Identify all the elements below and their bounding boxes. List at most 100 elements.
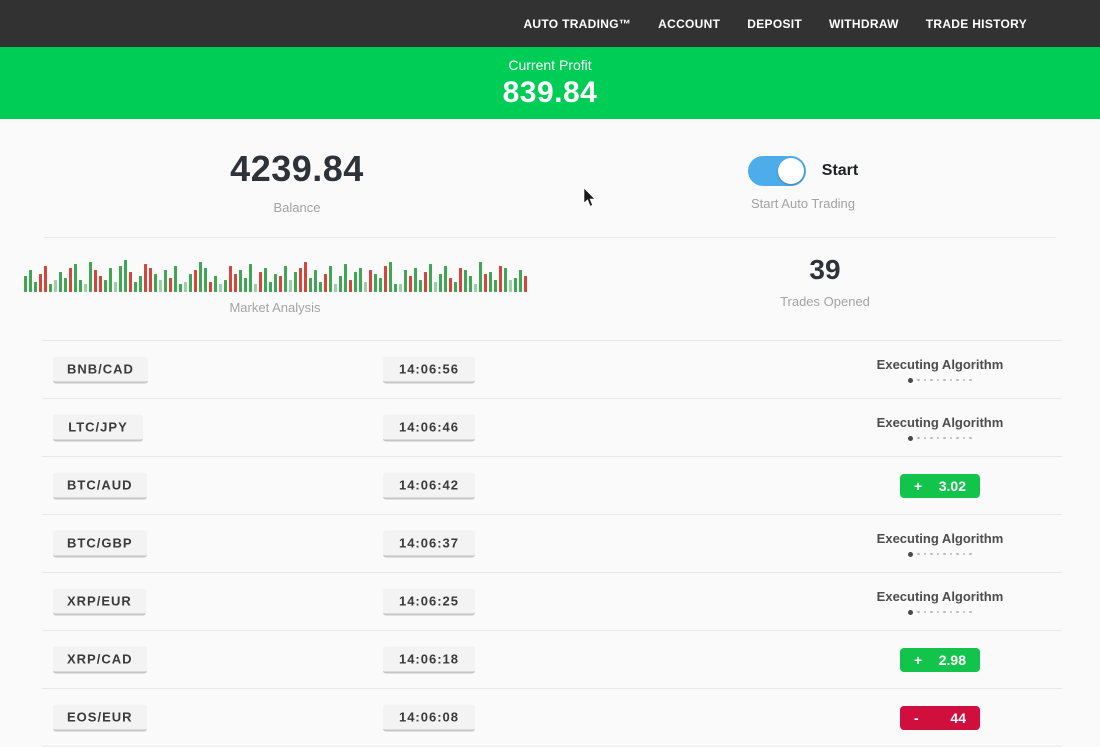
progress-dot [963,553,966,556]
progress-dot [956,437,959,440]
auto-trading-caption: Start Auto Trading [751,196,855,211]
result-value: 2.98 [939,652,966,668]
market-bar [54,280,57,292]
market-bar [179,284,182,292]
market-bar [464,270,467,292]
market-bar [124,260,127,292]
trades-opened-label: Trades Opened [780,294,870,309]
market-bar [219,284,222,292]
trade-row: EOS/EUR 14:06:08 -44 [42,688,1062,747]
trade-pair-chip: BNB/CAD [53,356,148,383]
market-bar [319,282,322,292]
nav-item[interactable]: TRADE HISTORY [926,17,1027,31]
trade-pair-chip: BTC/GBP [53,530,147,557]
profit-value: 839.84 [0,76,1100,110]
trade-time-chip: 14:06:18 [383,646,475,673]
market-analysis-block: Market Analysis [0,238,550,340]
market-bar [224,280,227,292]
market-bar [414,268,417,292]
market-bar [244,278,247,292]
progress-dot [969,437,972,440]
progress-dot [963,437,966,440]
progress-dot [937,611,940,614]
market-bar [114,282,117,292]
executing-algorithm-label: Executing Algorithm [877,415,1004,430]
market-bar [254,284,257,292]
progress-dot [943,379,946,382]
market-bar [379,278,382,292]
progress-dot [969,611,972,614]
progress-dot [917,379,920,382]
market-bar [289,280,292,292]
market-bar [169,278,172,292]
market-bar [79,280,82,292]
market-bar [174,266,177,292]
market-bar [344,264,347,292]
trade-row: BNB/CAD 14:06:56 Executing Algorithm [42,340,1062,398]
trade-status: -44 [840,689,1040,746]
market-bar [164,270,167,292]
trade-time-chip: 14:06:08 [383,704,475,731]
progress-dots [908,436,972,441]
market-bar [249,264,252,292]
market-bar [394,284,397,292]
top-navbar: AUTO TRADING™ ACCOUNT DEPOSIT WITHDRAW TRADE… [0,0,1100,47]
market-bar [454,282,457,292]
result-value: 44 [950,710,966,726]
market-bar [259,272,262,292]
trade-row: BTC/AUD 14:06:42 +3.02 [42,456,1062,514]
market-bar [144,264,147,292]
market-bar [44,266,47,292]
nav-item[interactable]: ACCOUNT [658,17,720,31]
market-bar [304,262,307,292]
market-bar [514,278,517,292]
market-bar [74,264,77,292]
balance-label: Balance [274,200,321,215]
progress-dot [937,437,940,440]
trade-time-chip: 14:06:46 [383,414,475,441]
market-bar [449,278,452,292]
market-bar [264,268,267,292]
nav-item[interactable]: WITHDRAW [829,17,899,31]
market-bar [519,270,522,292]
market-bar [419,280,422,292]
market-bar [204,268,207,292]
progress-dot [930,437,933,440]
market-bar [484,274,487,292]
market-bar [119,266,122,292]
progress-dot [956,553,959,556]
market-bar [269,282,272,292]
trade-pair-chip: XRP/EUR [53,588,146,615]
market-bar [324,274,327,292]
market-bar [279,276,282,292]
progress-dot [924,553,927,556]
trade-result-badge: +3.02 [900,474,980,498]
trade-time-chip: 14:06:37 [383,530,475,557]
market-bar [99,276,102,292]
progress-dot [908,552,913,557]
auto-trading-toggle[interactable] [748,156,806,186]
toggle-knob [778,158,804,184]
market-bar [109,268,112,292]
result-value: 3.02 [939,478,966,494]
balance-block: 4239.84 Balance [44,119,550,237]
market-bar [494,280,497,292]
progress-dots [908,610,972,615]
market-bar [149,268,152,292]
nav-item[interactable]: AUTO TRADING™ [523,17,631,31]
market-bar [339,276,342,292]
market-bar [129,272,132,292]
market-bar [369,270,372,292]
trade-row: BTC/GBP 14:06:37 Executing Algorithm [42,514,1062,572]
executing-algorithm-label: Executing Algorithm [877,531,1004,546]
progress-dot [917,611,920,614]
trade-pair-chip: EOS/EUR [53,704,147,731]
market-analysis-chart [24,256,527,292]
market-bar [159,280,162,292]
market-bar [374,274,377,292]
trade-time-chip: 14:06:25 [383,588,475,615]
market-bar [284,266,287,292]
nav-item[interactable]: DEPOSIT [747,17,802,31]
trade-row: XRP/CAD 14:06:18 +2.98 [42,630,1062,688]
progress-dot [917,437,920,440]
